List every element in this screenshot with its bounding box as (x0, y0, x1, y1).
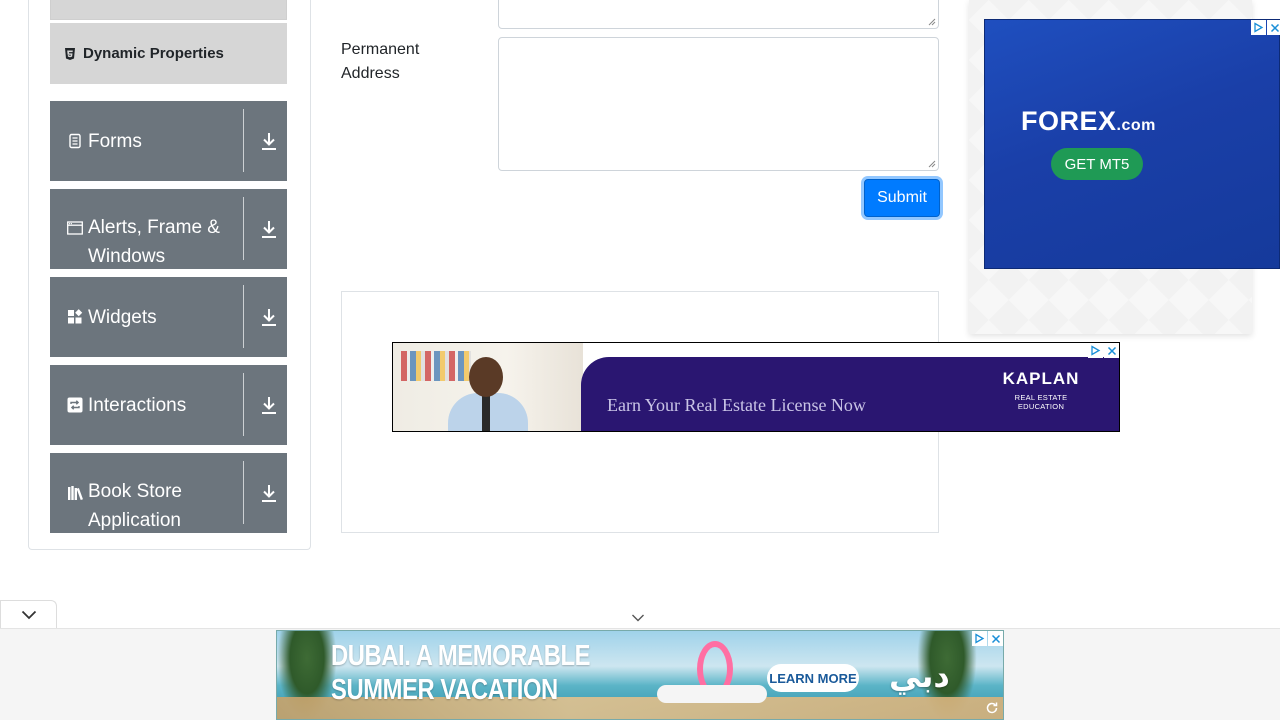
refresh-icon[interactable] (985, 701, 999, 715)
dubai-ad[interactable]: DUBAI. A MEMORABLE SUMMER VACATION LEARN… (276, 630, 1004, 720)
adchoices-icon[interactable] (1088, 343, 1103, 358)
learn-more-button[interactable]: LEARN MORE (767, 664, 859, 692)
sidebar-group-interactions[interactable]: Interactions (50, 365, 287, 445)
sidebar-group-widgets[interactable]: Widgets (50, 277, 287, 357)
download-icon[interactable] (260, 307, 278, 327)
permanent-address-textarea[interactable] (498, 37, 939, 171)
sidebar-group-label: Forms (88, 130, 142, 152)
adchoices-icon[interactable] (972, 631, 987, 646)
sidebar-group-label: Interactions (88, 394, 187, 416)
sidebar-group-alerts-frame-windows[interactable]: Alerts, Frame & Windows (50, 189, 287, 269)
ad-headline-line: SUMMER VACATION (331, 674, 558, 706)
sidebar-group-book-store[interactable]: Book Store Application (50, 453, 287, 533)
ad-controls (972, 631, 1003, 646)
sidebar-item-dynamic-properties[interactable]: Dynamic Properties (50, 23, 287, 84)
kaplan-logo: KAPLAN REAL ESTATE EDUCATION (993, 369, 1089, 411)
resize-handle-icon[interactable] (928, 18, 936, 26)
divider (243, 109, 244, 172)
current-address-textarea[interactable] (498, 0, 939, 29)
get-mt5-button[interactable]: GET MT5 (1051, 148, 1143, 180)
download-icon[interactable] (260, 219, 278, 239)
kaplan-brand: KAPLAN (1002, 369, 1080, 388)
forex-ad[interactable]: FOREX.com GET MT5 (984, 19, 1280, 269)
sidebar-item-label: Dynamic Properties (83, 45, 224, 62)
sidebar-group-forms[interactable]: Forms (50, 101, 287, 181)
chevron-down-icon (21, 610, 36, 619)
close-icon[interactable] (1104, 343, 1119, 358)
collapse-ad-tab[interactable] (0, 600, 57, 628)
sidebar-group-label: Book Store Application (88, 481, 182, 531)
html5-icon (64, 47, 76, 60)
kaplan-sub: REAL ESTATE EDUCATION (1014, 393, 1068, 411)
page: Dynamic Properties Forms Alerts, Frame &… (0, 0, 1280, 720)
permanent-address-label: Permanent Address (341, 41, 420, 82)
submit-button[interactable]: Submit (864, 179, 940, 217)
divider (243, 285, 244, 348)
forex-logo: FOREX.com (1021, 106, 1156, 136)
adchoices-icon[interactable] (1251, 20, 1266, 35)
chevron-down-icon[interactable] (631, 613, 645, 623)
kaplan-ad[interactable]: Earn Your Real Estate License Now KAPLAN… (392, 342, 1120, 432)
ad-controls (1088, 343, 1119, 358)
sidebar-item-previous[interactable] (50, 0, 287, 20)
ad-headline-line: DUBAI. A MEMORABLE (331, 640, 591, 672)
sidebar-group-label: Widgets (88, 306, 157, 328)
sidebar-group-label: Alerts, Frame & Windows (88, 217, 220, 267)
ad-photo (393, 343, 583, 431)
download-icon[interactable] (260, 131, 278, 151)
divider (243, 373, 244, 436)
download-icon[interactable] (260, 483, 278, 503)
dubai-logo: دبي (889, 658, 950, 694)
ad-headline: DUBAI. A MEMORABLE SUMMER VACATION (331, 639, 590, 707)
download-icon[interactable] (260, 395, 278, 415)
divider (243, 197, 244, 260)
close-icon[interactable] (1267, 20, 1280, 35)
ad-controls (1251, 20, 1280, 35)
resize-handle-icon[interactable] (928, 160, 936, 168)
ad-tagline: Earn Your Real Estate License Now (607, 395, 866, 415)
close-icon[interactable] (988, 631, 1003, 646)
divider (243, 461, 244, 524)
